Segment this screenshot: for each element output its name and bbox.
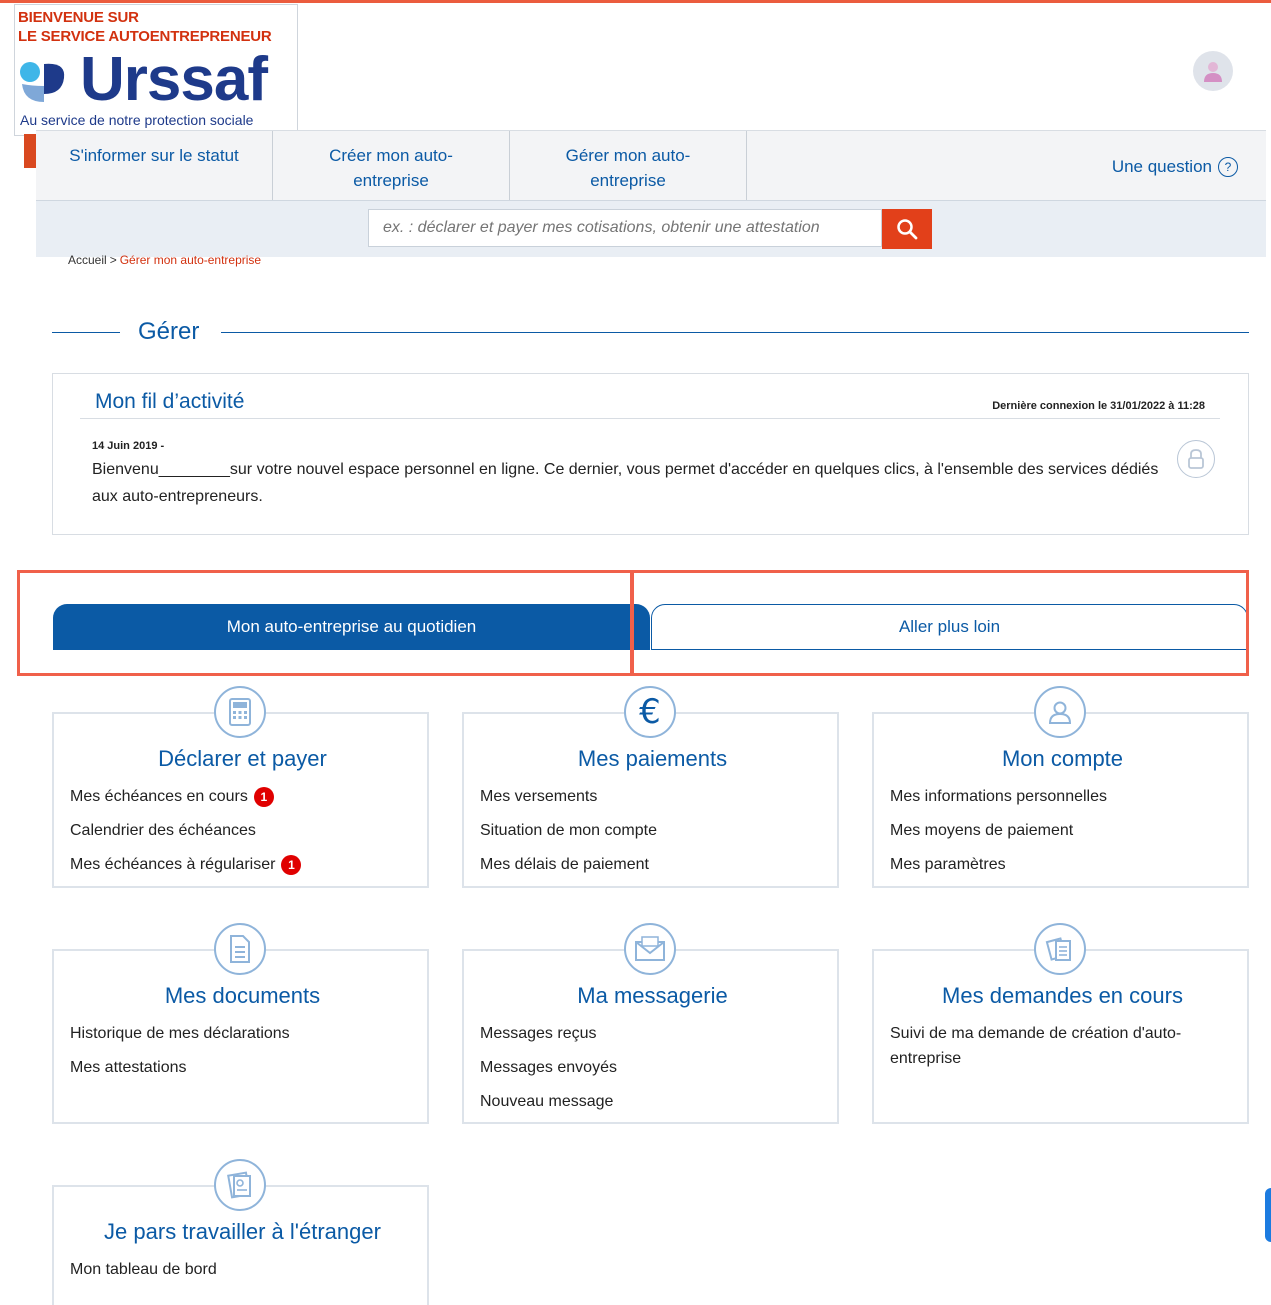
link-label: Mes versements [480, 788, 598, 805]
last-login: Dernière connexion le 31/01/2022 à 11:28 [992, 400, 1205, 412]
link-delais-paiement[interactable]: Mes délais de paiement [480, 848, 657, 882]
document-icon [214, 923, 266, 975]
calculator-icon [214, 686, 266, 738]
card-title[interactable]: Mes documents [54, 983, 431, 1009]
link-label: Situation de mon compte [480, 822, 657, 839]
side-help-tab[interactable] [1265, 1188, 1271, 1242]
link-suivi-demande[interactable]: Suivi de ma demande de création d'auto-e… [890, 1021, 1210, 1071]
nav-item-label: Créer mon auto-entreprise [329, 146, 453, 190]
card-title[interactable]: Mon compte [874, 746, 1251, 772]
breadcrumb: Accueil > Gérer mon auto-entreprise [68, 253, 261, 267]
envelope-icon [624, 923, 676, 975]
section-rule-right [221, 332, 1249, 333]
link-historique-declarations[interactable]: Historique de mes déclarations [70, 1017, 290, 1051]
search-input[interactable] [368, 209, 882, 247]
help-icon: ? [1218, 157, 1238, 177]
link-label: Mes paramètres [890, 856, 1006, 873]
card-mes-documents: Mes documents Historique de mes déclarat… [52, 949, 429, 1124]
urssaf-logo-icon [18, 58, 70, 106]
card-title[interactable]: Je pars travailler à l'étranger [54, 1219, 431, 1245]
activity-title: Mon fil d’activité [95, 390, 245, 413]
card-declarer-payer: Déclarer et payer Mes échéances en cours… [52, 712, 429, 888]
logo-tagline: Au service de notre protection sociale [20, 112, 254, 128]
notification-badge: 1 [253, 787, 274, 807]
link-situation-compte[interactable]: Situation de mon compte [480, 814, 657, 848]
activity-entry-message: Bienvenu________sur votre nouvel espace … [92, 461, 1159, 505]
nav-item-creer[interactable]: Créer mon auto-entreprise [273, 131, 510, 201]
breadcrumb-separator: > [109, 253, 117, 267]
welcome-line-2: LE SERVICE AUTOENTREPRENEUR [18, 28, 272, 45]
link-moyens-paiement[interactable]: Mes moyens de paiement [890, 814, 1107, 848]
welcome-banner: BIENVENUE SUR LE SERVICE AUTOENTREPRENEU… [18, 8, 298, 46]
link-label: Mes échéances en cours [70, 788, 248, 805]
link-attestations[interactable]: Mes attestations [70, 1051, 290, 1085]
welcome-line-1: BIENVENUE SUR [18, 9, 139, 26]
nav-item-label: Gérer mon auto-entreprise [565, 146, 691, 190]
card-title[interactable]: Ma messagerie [464, 983, 841, 1009]
link-tableau-de-bord[interactable]: Mon tableau de bord [70, 1253, 217, 1287]
link-label: Suivi de ma demande de création d'auto-e… [890, 1025, 1182, 1067]
link-label: Historique de mes déclarations [70, 1025, 290, 1042]
logo-wordmark: Urssaf [80, 45, 268, 114]
link-messages-envoyes[interactable]: Messages envoyés [480, 1051, 617, 1085]
card-title[interactable]: Mes demandes en cours [874, 983, 1251, 1009]
breadcrumb-home[interactable]: Accueil [68, 253, 107, 267]
nav-item-informer[interactable]: S'informer sur le statut [36, 131, 273, 201]
nav-item-gerer[interactable]: Gérer mon auto-entreprise [510, 131, 747, 201]
link-label: Mes informations personnelles [890, 788, 1107, 805]
search-button[interactable] [882, 209, 932, 249]
section-rule-left [52, 332, 120, 333]
link-label: Mes délais de paiement [480, 856, 649, 873]
files-icon [1034, 923, 1086, 975]
link-informations-personnelles[interactable]: Mes informations personnelles [890, 780, 1107, 814]
activity-divider [80, 418, 1220, 419]
link-label: Mes moyens de paiement [890, 822, 1074, 839]
highlight-box-right [631, 570, 1249, 676]
passport-icon [214, 1159, 266, 1211]
window-top-border [0, 0, 1271, 3]
user-icon [1034, 686, 1086, 738]
card-title[interactable]: Déclarer et payer [54, 746, 431, 772]
lock-icon[interactable] [1177, 440, 1215, 478]
link-label: Mes attestations [70, 1059, 187, 1076]
breadcrumb-current[interactable]: Gérer mon auto-entreprise [120, 253, 261, 267]
link-calendrier[interactable]: Calendrier des échéances [70, 814, 301, 848]
section-title: Gérer [138, 318, 200, 345]
link-nouveau-message[interactable]: Nouveau message [480, 1085, 617, 1119]
card-ma-messagerie: Ma messagerie Messages reçus Messages en… [462, 949, 839, 1124]
link-versements[interactable]: Mes versements [480, 780, 657, 814]
link-messages-recus[interactable]: Messages reçus [480, 1017, 617, 1051]
link-label: Nouveau message [480, 1093, 614, 1110]
link-label: Mon tableau de bord [70, 1261, 217, 1278]
link-echeances-regulariser[interactable]: Mes échéances à régulariser 1 [70, 848, 302, 882]
question-link[interactable]: Une question ? [1112, 157, 1238, 177]
link-label: Messages envoyés [480, 1059, 617, 1076]
card-mes-paiements: Mes paiements Mes versements Situation d… [462, 712, 839, 888]
link-label: Messages reçus [480, 1025, 597, 1042]
nav-item-label: S'informer sur le statut [69, 146, 239, 165]
user-avatar-icon [1204, 62, 1222, 82]
card-title[interactable]: Mes paiements [464, 746, 841, 772]
link-label: Mes échéances à régulariser [70, 856, 276, 873]
notification-badge: 1 [281, 855, 302, 875]
user-avatar-button[interactable] [1193, 51, 1233, 91]
euro-icon: € [624, 686, 676, 738]
link-label: Calendrier des échéances [70, 822, 256, 839]
search-icon [897, 219, 918, 240]
link-parametres[interactable]: Mes paramètres [890, 848, 1107, 882]
link-echeances-en-cours[interactable]: Mes échéances en cours 1 [70, 780, 301, 814]
nav-accent-tab [24, 134, 36, 168]
card-mon-compte: Mon compte Mes informations personnelles… [872, 712, 1249, 888]
main-nav: S'informer sur le statut Créer mon auto-… [36, 130, 1266, 201]
activity-entry-date: 14 Juin 2019 - [92, 440, 165, 452]
question-label: Une question [1111, 157, 1212, 176]
highlight-box-left [17, 570, 633, 676]
card-mes-demandes: Mes demandes en cours Suivi de ma demand… [872, 949, 1249, 1124]
